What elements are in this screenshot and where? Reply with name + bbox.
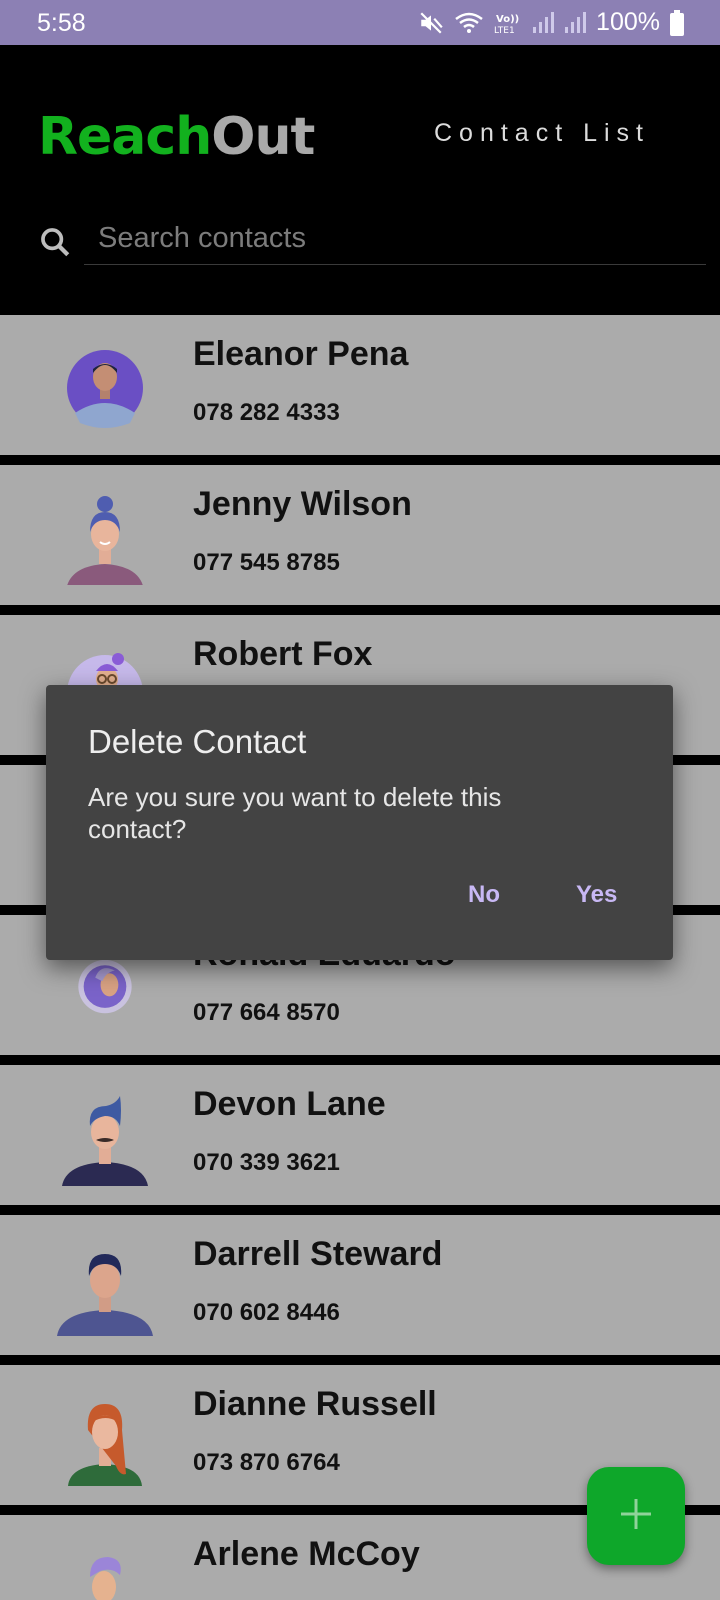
svg-text:Vo)): Vo)) xyxy=(496,14,519,25)
contact-name: Darrell Steward xyxy=(193,1235,443,1273)
status-bar: 5:58 Vo)) LTE1 100% xyxy=(0,0,720,45)
contact-row[interactable]: Devon Lane 070 339 3621 xyxy=(0,1065,720,1205)
contact-avatar xyxy=(68,1404,142,1486)
search-icon xyxy=(38,225,72,264)
wifi-icon xyxy=(454,10,484,36)
add-contact-button[interactable] xyxy=(587,1467,685,1565)
contact-avatar xyxy=(62,1096,148,1186)
app-header: ReachOut Contact List xyxy=(0,45,720,313)
yes-button[interactable]: Yes xyxy=(576,881,617,909)
dialog-title: Delete Contact xyxy=(88,723,307,760)
signal-icon xyxy=(564,11,587,35)
contact-avatar xyxy=(67,496,143,585)
contact-avatar xyxy=(90,1557,121,1600)
search-input[interactable] xyxy=(84,213,706,265)
contact-name: Devon Lane xyxy=(193,1085,386,1123)
contact-name: Jenny Wilson xyxy=(193,485,412,523)
contact-phone: 070 339 3621 xyxy=(193,1149,340,1176)
contact-name: Eleanor Pena xyxy=(193,335,409,373)
contact-phone: 077 664 8570 xyxy=(193,999,340,1026)
contact-row[interactable]: Jenny Wilson 077 545 8785 xyxy=(0,465,720,605)
svg-text:LTE1: LTE1 xyxy=(494,26,515,36)
status-icons: Vo)) LTE1 100% xyxy=(418,8,684,37)
battery-icon xyxy=(670,9,684,36)
contact-phone: 078 282 4333 xyxy=(193,399,340,426)
contact-avatar xyxy=(78,959,132,1014)
logo-out: Out xyxy=(211,107,315,167)
contact-avatar xyxy=(57,1254,153,1336)
contact-name: Robert Fox xyxy=(193,635,373,673)
contact-avatar xyxy=(67,350,143,428)
battery-percent: 100% xyxy=(596,8,660,36)
delete-contact-dialog: Delete Contact Are you sure you want to … xyxy=(46,685,673,960)
signal-icon xyxy=(532,11,555,35)
contact-row[interactable]: Darrell Steward 070 602 8446 xyxy=(0,1215,720,1355)
contact-row[interactable]: Eleanor Pena 078 282 4333 xyxy=(0,315,720,455)
volte-icon: Vo)) LTE1 xyxy=(494,10,522,36)
contact-name: Arlene McCoy xyxy=(193,1535,420,1573)
no-button[interactable]: No xyxy=(468,881,500,909)
app-logo: ReachOut xyxy=(38,107,315,167)
plus-icon xyxy=(618,1496,654,1537)
contact-phone: 070 602 8446 xyxy=(193,1299,340,1326)
logo-reach: Reach xyxy=(38,107,212,167)
contact-phone: 073 870 6764 xyxy=(193,1449,340,1476)
status-time: 5:58 xyxy=(37,9,86,37)
contact-phone: 077 545 8785 xyxy=(193,549,340,576)
mute-icon xyxy=(418,10,444,36)
dialog-message: Are you sure you want to delete this con… xyxy=(88,782,502,844)
page-title: Contact List xyxy=(434,119,651,147)
contact-name: Dianne Russell xyxy=(193,1385,437,1423)
